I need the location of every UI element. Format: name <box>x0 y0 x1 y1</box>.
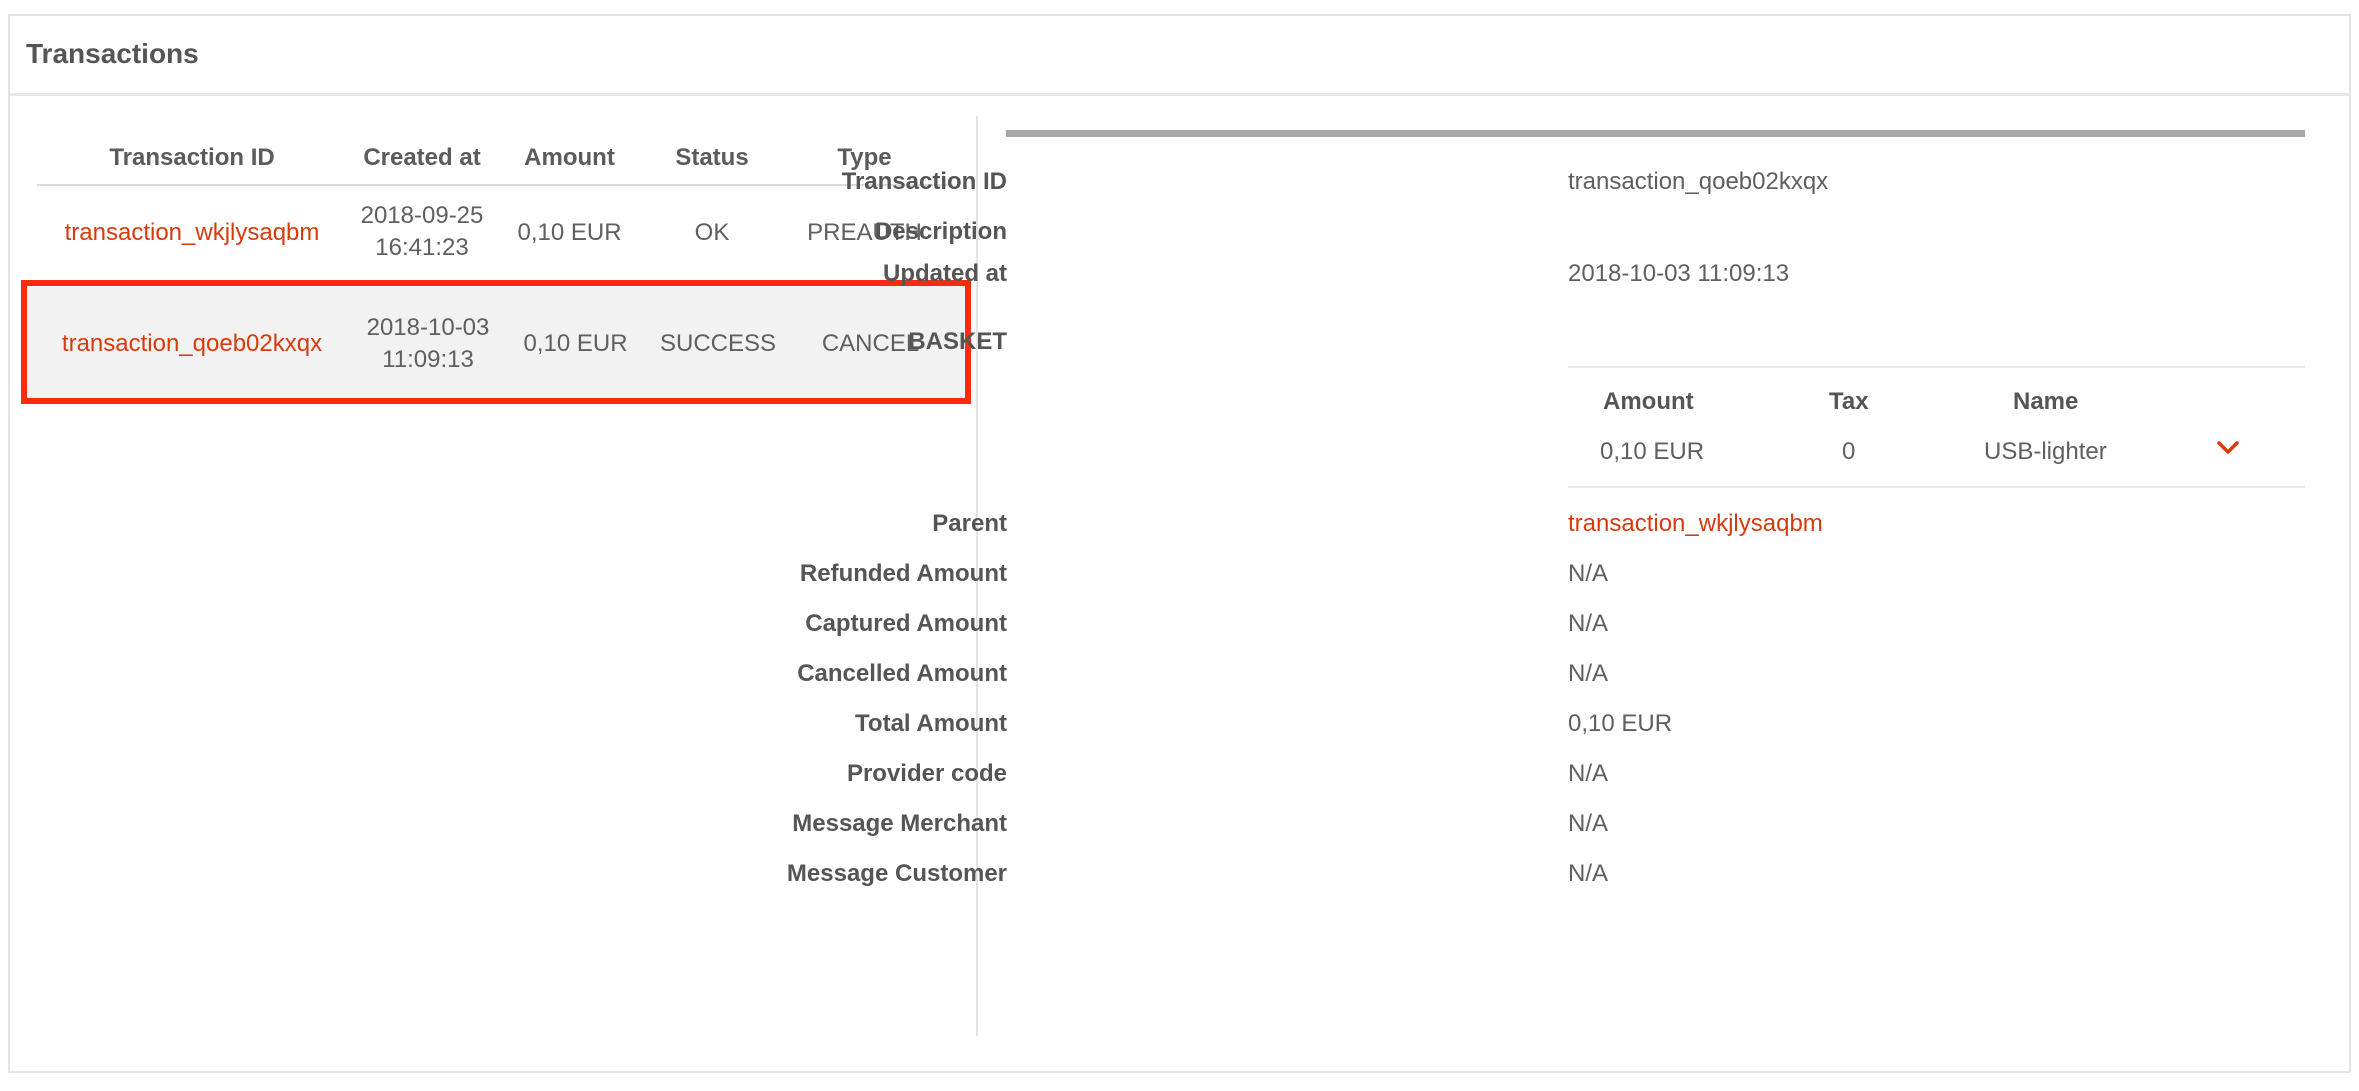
table-row-selected[interactable]: transaction_qoeb02kxqx 2018-10-03 11:09:… <box>21 280 971 404</box>
label-basket: BASKET <box>908 328 1007 355</box>
value-transaction-id: transaction_qoeb02kxqx <box>1568 168 1829 195</box>
transaction-id-link[interactable]: transaction_wkjlysaqbm <box>37 217 347 249</box>
basket-top-rule <box>1568 366 2305 368</box>
created-date: 2018-09-25 <box>360 202 484 229</box>
label-total-amount: Total Amount <box>855 710 1007 737</box>
label-message-merchant: Message Merchant <box>792 810 1007 837</box>
label-parent: Parent <box>932 510 1007 537</box>
label-message-customer: Message Customer <box>786 860 1007 887</box>
basket-name: USB-lighter <box>1984 438 2107 465</box>
table-row[interactable]: transaction_wkjlysaqbm 2018-09-25 16:41:… <box>37 186 953 280</box>
label-transaction-id: Transaction ID <box>841 168 1007 195</box>
header-status[interactable]: Status <box>642 144 782 172</box>
created-date: 2018-10-03 <box>366 314 490 341</box>
value-refunded-amount: N/A <box>1568 560 1609 587</box>
label-updated-at: Updated at <box>882 260 1007 287</box>
transactions-table: Transaction ID Created at Amount Status … <box>21 126 971 404</box>
amount-cell: 0,10 EUR <box>523 330 628 357</box>
panel-title: Transactions <box>26 38 199 69</box>
value-message-merchant: N/A <box>1568 810 1609 837</box>
transaction-id-link[interactable]: transaction_qoeb02kxqx <box>37 328 347 360</box>
basket-bottom-rule <box>1568 486 2305 488</box>
basket-amount: 0,10 EUR <box>1600 438 1705 465</box>
label-provider-code: Provider code <box>846 760 1007 787</box>
created-time: 11:09:13 <box>382 346 474 373</box>
basket-header-tax: Tax <box>1829 388 1869 415</box>
value-captured-amount: N/A <box>1568 610 1609 637</box>
chevron-down-icon[interactable] <box>2214 437 2242 459</box>
label-description: Description <box>874 218 1007 245</box>
status-cell: OK <box>694 219 730 246</box>
panel-header: Transactions <box>10 16 2349 96</box>
header-transaction-id[interactable]: Transaction ID <box>37 144 347 172</box>
table-header: Transaction ID Created at Amount Status … <box>37 126 953 186</box>
value-message-customer: N/A <box>1568 860 1609 887</box>
basket-tax: 0 <box>1842 438 1856 465</box>
status-cell: SUCCESS <box>659 330 777 357</box>
header-amount[interactable]: Amount <box>497 144 642 172</box>
label-refunded-amount: Refunded Amount <box>799 560 1007 587</box>
header-created-at[interactable]: Created at <box>347 144 497 172</box>
parent-transaction-link[interactable]: transaction_wkjlysaqbm <box>1568 510 1823 538</box>
basket-header-amount: Amount <box>1603 388 1694 415</box>
value-cancelled-amount: N/A <box>1568 660 1609 687</box>
detail-top-bar <box>1006 130 2305 137</box>
label-cancelled-amount: Cancelled Amount <box>797 660 1007 687</box>
value-updated-at: 2018-10-03 11:09:13 <box>1568 260 1790 287</box>
amount-cell: 0,10 EUR <box>517 219 622 246</box>
created-time: 16:41:23 <box>375 234 469 261</box>
label-captured-amount: Captured Amount <box>805 610 1007 637</box>
basket-header-name: Name <box>2013 388 2079 415</box>
value-provider-code: N/A <box>1568 760 1609 787</box>
value-total-amount: 0,10 EUR <box>1568 710 1673 737</box>
